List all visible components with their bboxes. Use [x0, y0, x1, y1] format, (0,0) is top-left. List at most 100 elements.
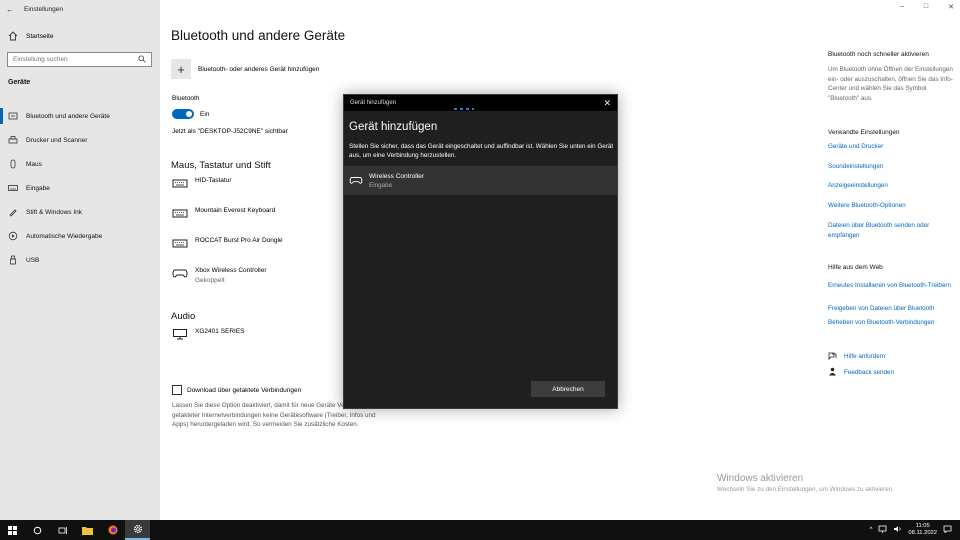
sidebar-item-pen[interactable]: Stift & Windows Ink [0, 200, 160, 224]
device-item[interactable]: ROCCAT Burst Pro Air Dongle [172, 237, 283, 249]
search-icon[interactable] [25, 520, 50, 540]
progress-dots [454, 108, 474, 110]
add-device-dialog: Gerät hinzufügen ✕ Gerät hinzufügen Stel… [343, 94, 618, 409]
sidebar-item-bluetooth[interactable]: Bluetooth und andere Geräte [0, 104, 160, 128]
visibility-text: Jetzt als "DESKTOP-J52C9NE" sichtbar [172, 128, 288, 135]
sidebar-item-label: Drucker und Scanner [26, 136, 88, 144]
device-item[interactable]: HID-Tastatur [172, 177, 231, 189]
sidebar-item-label: Automatische Wiedergabe [26, 232, 103, 240]
activation-text: Wechseln Sie zu den Einstellungen, um Wi… [717, 486, 894, 493]
back-arrow-icon[interactable]: ← [6, 5, 14, 14]
settings-gear-icon[interactable] [125, 520, 150, 540]
sidebar-item-label: Eingabe [26, 184, 50, 192]
clock-date: 08.11.2022 [908, 530, 937, 536]
device-item[interactable]: Mountain Everest Keyboard [172, 207, 275, 219]
gamepad-icon [172, 267, 188, 279]
bluetooth-icon [8, 111, 18, 121]
page-title: Bluetooth und andere Geräte [171, 28, 346, 43]
metered-label: Download über getaktete Verbindungen [187, 386, 302, 394]
metered-download-option[interactable]: Download über getaktete Verbindungen [172, 385, 301, 395]
cancel-button[interactable]: Abbrechen [531, 381, 605, 397]
sidebar-item-label: Maus [26, 160, 42, 168]
plus-icon: + [171, 59, 191, 79]
clock-time: 11:05 [915, 523, 930, 529]
link-send-receive-files[interactable]: Dateien über Bluetooth senden oder empfa… [828, 221, 956, 240]
sidebar-item-input[interactable]: Eingabe [0, 176, 160, 200]
device-name: HID-Tastatur [195, 177, 232, 184]
dialog-description: Stellen Sie sicher, dass das Gerät einge… [349, 143, 614, 159]
feedback-link[interactable]: Feedback senden [828, 367, 894, 378]
bluetooth-toggle-row: Ein [172, 109, 209, 119]
link-share-files[interactable]: Freigeben von Dateien über Bluetooth [828, 304, 956, 314]
link-more-bluetooth-options[interactable]: Weitere Bluetooth-Optionen [828, 201, 956, 211]
sidebar-item-usb[interactable]: USB [0, 248, 160, 272]
windows-start-icon[interactable] [0, 520, 25, 540]
search-input[interactable] [13, 56, 133, 63]
fast-bluetooth-text: Um Bluetooth ohne Öffnen der Einstellung… [828, 66, 953, 102]
group-title-audio: Audio [171, 311, 196, 322]
get-help-link[interactable]: Hilfe anfordern [828, 351, 885, 362]
bluetooth-toggle[interactable] [172, 109, 194, 119]
found-device-type: Eingabe [369, 181, 393, 189]
settings-search[interactable] [7, 52, 152, 67]
found-device-name: Wireless Controller [369, 172, 424, 180]
related-settings-title: Verwandte Einstellungen [828, 129, 900, 136]
help-label: Hilfe anfordern [844, 353, 886, 360]
feedback-label: Feedback senden [844, 369, 895, 376]
dialog-close-icon[interactable]: ✕ [603, 98, 611, 109]
gamepad-icon [349, 175, 363, 187]
metered-checkbox[interactable] [172, 385, 182, 395]
sidebar-item-printers[interactable]: Drucker und Scanner [0, 128, 160, 152]
dialog-title: Gerät hinzufügen [349, 121, 438, 133]
titlebar: ← Einstellungen [6, 4, 63, 14]
device-name: ROCCAT Burst Pro Air Dongle [195, 237, 283, 244]
file-explorer-icon[interactable] [75, 520, 100, 540]
dialog-bar-title: Gerät hinzufügen [350, 100, 397, 106]
firefox-icon[interactable] [100, 520, 125, 540]
monitor-icon [172, 328, 188, 340]
sidebar-item-label: Bluetooth und andere Geräte [26, 112, 110, 120]
device-name: XG2401 SERIES [195, 328, 245, 335]
sidebar-nav: Bluetooth und andere Geräte Drucker und … [0, 104, 160, 272]
help-icon [828, 351, 837, 362]
autoplay-icon [8, 231, 18, 241]
search-icon[interactable] [138, 55, 146, 65]
keyboard-icon [172, 237, 188, 249]
add-device-button[interactable]: + Bluetooth- oder anderes Gerät hinzufüg… [171, 59, 319, 79]
activation-title: Windows aktivieren [717, 473, 804, 484]
add-device-label: Bluetooth- oder anderes Gerät hinzufügen [198, 65, 320, 73]
sidebar-item-mouse[interactable]: Maus [0, 152, 160, 176]
volume-icon[interactable] [893, 525, 902, 535]
keyboard-icon [172, 207, 188, 219]
dialog-titlebar: Gerät hinzufügen ✕ [344, 95, 617, 111]
notification-icon[interactable] [943, 525, 952, 535]
windows-activation-watermark: Windows aktivieren Wechseln Sie zu den E… [717, 473, 894, 493]
keyboard-icon [172, 177, 188, 189]
task-view-icon[interactable] [50, 520, 75, 540]
device-item[interactable]: XG2401 SERIES [172, 328, 245, 340]
sidebar-home[interactable]: Startseite [8, 31, 53, 41]
sidebar-item-autoplay[interactable]: Automatische Wiedergabe [0, 224, 160, 248]
device-name: Xbox Wireless Controller [195, 267, 267, 274]
sidebar-item-label: Stift & Windows Ink [26, 208, 82, 216]
taskbar-clock[interactable]: 11:05 08.11.2022 [908, 523, 937, 537]
link-fix-connections[interactable]: Beheben von Bluetooth-Verbindungen [828, 318, 956, 328]
found-device-item[interactable]: Wireless Controller Eingabe [344, 166, 617, 195]
system-tray: ^ 11:05 08.11.2022 [870, 520, 952, 540]
taskbar: ^ 11:05 08.11.2022 [0, 520, 960, 540]
network-icon[interactable] [878, 525, 887, 535]
device-item[interactable]: Xbox Wireless Controller Gekoppelt [172, 267, 267, 284]
minimize-icon[interactable]: – [900, 3, 904, 11]
link-sound-settings[interactable]: Soundeinstellungen [828, 162, 956, 172]
maximize-icon[interactable]: □ [924, 3, 928, 11]
home-icon [8, 31, 18, 41]
link-reinstall-drivers[interactable]: Erneutes Installieren von Bluetooth-Trei… [828, 281, 956, 291]
web-help-title: Hilfe aus dem Web [828, 264, 883, 271]
keyboard-icon [8, 183, 18, 193]
printer-icon [8, 135, 18, 145]
chevron-up-icon[interactable]: ^ [870, 527, 873, 533]
link-devices-printers[interactable]: Geräte und Drucker [828, 142, 956, 152]
link-display-settings[interactable]: Anzeigeeinstellungen [828, 181, 956, 191]
close-icon[interactable]: ✕ [948, 3, 954, 11]
fast-bluetooth-title: Bluetooth noch schneller aktivieren [828, 51, 929, 58]
